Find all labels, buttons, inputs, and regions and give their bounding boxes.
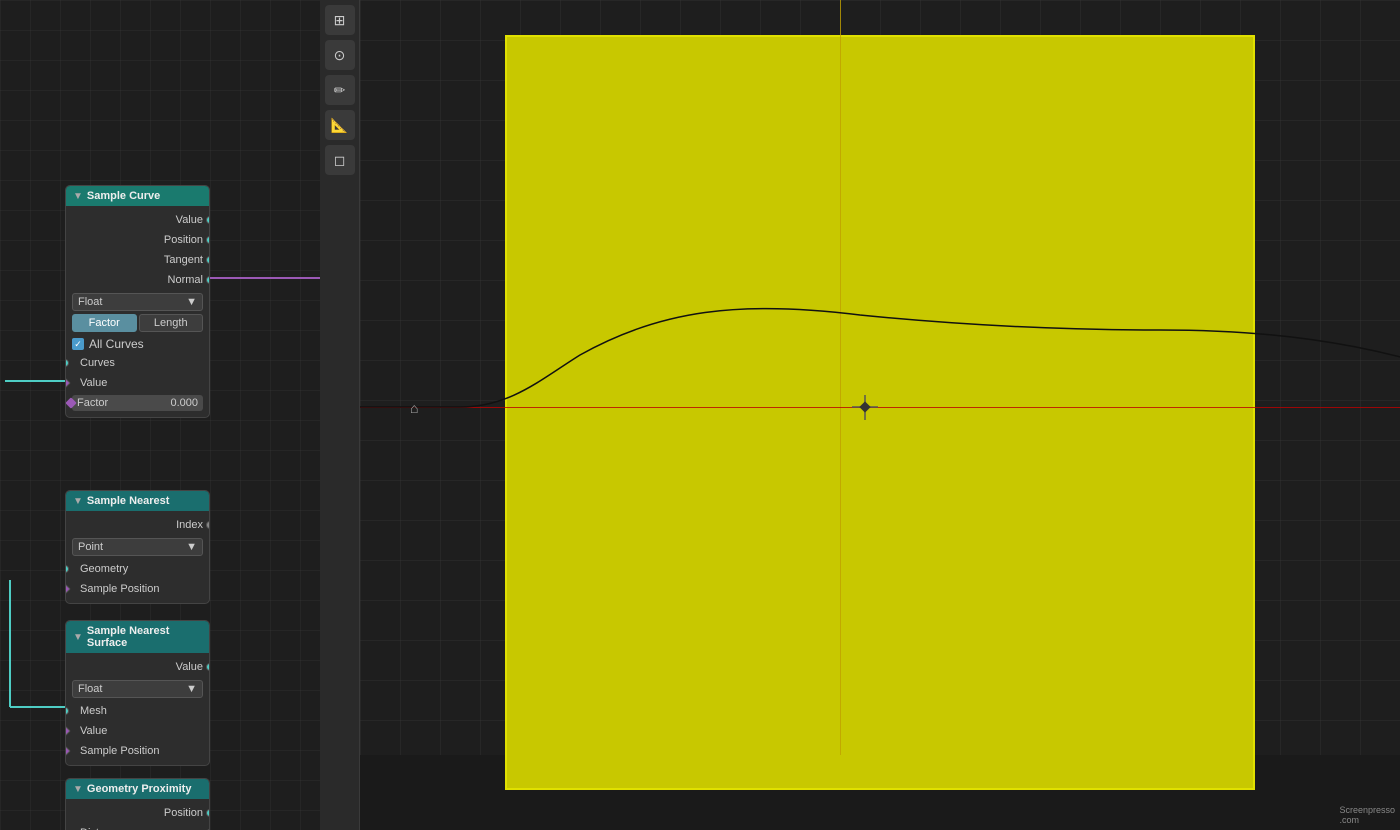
bracket-icon: ⌂	[410, 400, 418, 416]
collapse-icon-3[interactable]: ▼	[73, 632, 83, 643]
input-sample-pos-label: Sample Position	[72, 583, 160, 595]
surface-output-value-socket	[206, 663, 210, 671]
collapse-icon-2[interactable]: ▼	[73, 496, 83, 507]
input-sample-pos-socket	[65, 583, 71, 594]
length-button[interactable]: Length	[139, 314, 204, 332]
all-curves-label: All Curves	[89, 337, 144, 351]
float-dropdown[interactable]: Float ▼	[72, 293, 203, 311]
sample-nearest-header[interactable]: ▼ Sample Nearest	[66, 491, 209, 511]
sample-curve-header[interactable]: ▼ Sample Curve	[66, 186, 209, 206]
factor-field-label[interactable]: Factor	[72, 395, 158, 411]
factor-field-value[interactable]: 0.000	[158, 395, 203, 411]
vertical-line-left	[840, 0, 841, 755]
output-normal-socket	[206, 276, 210, 284]
toolbar-btn-4[interactable]: 📐	[325, 110, 355, 140]
collapse-icon[interactable]: ▼	[73, 191, 83, 202]
surface-float-chevron: ▼	[186, 683, 197, 695]
geometry-proximity-node: ▼ Geometry Proximity Position Distance	[65, 778, 210, 830]
input-curves-socket	[65, 359, 69, 367]
input-geometry-socket	[65, 565, 69, 573]
output-normal-row: Normal	[66, 270, 209, 290]
sample-nearest-title: Sample Nearest	[87, 495, 170, 507]
output-position-row: Position	[66, 230, 209, 250]
sample-curve-body: Value Position Tangent Normal Float ▼	[66, 206, 209, 417]
sample-nearest-node: ▼ Sample Nearest Index Point ▼ Geometry …	[65, 490, 210, 604]
surface-input-value-label: Value	[72, 725, 107, 737]
input-mesh-label: Mesh	[72, 705, 107, 717]
geometry-proximity-title: Geometry Proximity	[87, 783, 192, 795]
all-curves-checkbox[interactable]	[72, 338, 84, 350]
output-value-row: Value	[66, 210, 209, 230]
input-curves-label: Curves	[72, 357, 115, 369]
toolbar-btn-2[interactable]: ⊙	[325, 40, 355, 70]
input-value-row: Value	[66, 373, 209, 393]
sample-nearest-surface-header[interactable]: ▼ Sample Nearest Surface	[66, 621, 209, 653]
surface-sample-pos-socket	[65, 745, 71, 756]
viewport-area[interactable]: ⌂	[360, 0, 1400, 755]
output-tangent-socket	[206, 256, 210, 264]
screenpresso-watermark: Screenpresso.com	[1339, 805, 1395, 825]
toolbar-btn-5[interactable]: ◻	[325, 145, 355, 175]
output-value-socket	[206, 216, 210, 224]
sample-curve-title: Sample Curve	[87, 190, 160, 202]
surface-float-dropdown[interactable]: Float ▼	[72, 680, 203, 698]
toolbar-btn-3[interactable]: ✏	[325, 75, 355, 105]
collapse-icon-4[interactable]: ▼	[73, 784, 83, 795]
point-dropdown-value: Point	[78, 541, 103, 553]
input-geometry-row: Geometry	[66, 559, 209, 579]
output-tangent-label: Tangent	[164, 254, 203, 266]
geometry-proximity-header[interactable]: ▼ Geometry Proximity	[66, 779, 209, 799]
point-dropdown-chevron: ▼	[186, 541, 197, 553]
input-curves-row: Curves	[66, 353, 209, 373]
left-toolbar: ⊞ ⊙ ✏ 📐 ◻	[320, 0, 360, 830]
output-normal-label: Normal	[168, 274, 203, 286]
output-index-label: Index	[176, 519, 203, 531]
output-position-socket	[206, 236, 210, 244]
surface-sample-pos-row: Sample Position	[66, 741, 209, 761]
main-area: ⊞ ⊙ ✏ 📐 ◻ ⌂	[320, 0, 1400, 830]
surface-sample-pos-label: Sample Position	[72, 745, 160, 757]
surface-input-value-socket	[65, 725, 71, 736]
all-curves-row: All Curves	[66, 335, 209, 353]
sample-nearest-surface-title: Sample Nearest Surface	[87, 625, 202, 649]
input-mesh-socket	[65, 707, 69, 715]
output-position-label: Position	[164, 234, 203, 246]
sample-nearest-body: Index Point ▼ Geometry Sample Position	[66, 511, 209, 603]
factor-button[interactable]: Factor	[72, 314, 137, 332]
sample-curve-node: ▼ Sample Curve Value Position Tangent No…	[65, 185, 210, 418]
input-value-label: Value	[72, 377, 107, 389]
output-value-label: Value	[176, 214, 203, 226]
toolbar-btn-1[interactable]: ⊞	[325, 5, 355, 35]
surface-float-value: Float	[78, 683, 102, 695]
horizontal-red-line	[360, 407, 1400, 408]
input-geometry-label: Geometry	[72, 563, 128, 575]
proximity-position-socket	[206, 809, 210, 817]
output-tangent-row: Tangent	[66, 250, 209, 270]
watermark-text: Screenpresso.com	[1339, 805, 1395, 825]
float-dropdown-value: Float	[78, 296, 102, 308]
sample-nearest-surface-node: ▼ Sample Nearest Surface Value Float ▼ M…	[65, 620, 210, 766]
input-mesh-row: Mesh	[66, 701, 209, 721]
factor-length-toggle: Factor Length	[72, 314, 203, 332]
sample-nearest-surface-body: Value Float ▼ Mesh Value Sample Position	[66, 653, 209, 765]
geometry-proximity-body: Position Distance	[66, 799, 209, 830]
yellow-rectangle	[505, 35, 1255, 790]
output-index-socket	[206, 521, 210, 529]
node-editor-panel: ▼ Sample Curve Value Position Tangent No…	[0, 0, 320, 830]
surface-output-value-label: Value	[176, 661, 203, 673]
point-dropdown[interactable]: Point ▼	[72, 538, 203, 556]
surface-input-value-row: Value	[66, 721, 209, 741]
surface-output-value-row: Value	[66, 657, 209, 677]
factor-field-row: Factor 0.000	[72, 395, 203, 411]
proximity-distance-row: Distance	[66, 823, 209, 830]
proximity-position-label: Position	[164, 807, 203, 819]
proximity-position-row: Position	[66, 803, 209, 823]
dropdown-chevron: ▼	[186, 296, 197, 308]
viewport-canvas: ⌂	[360, 0, 1400, 755]
input-sample-position-row: Sample Position	[66, 579, 209, 599]
input-value-socket	[65, 377, 71, 388]
output-index-row: Index	[66, 515, 209, 535]
